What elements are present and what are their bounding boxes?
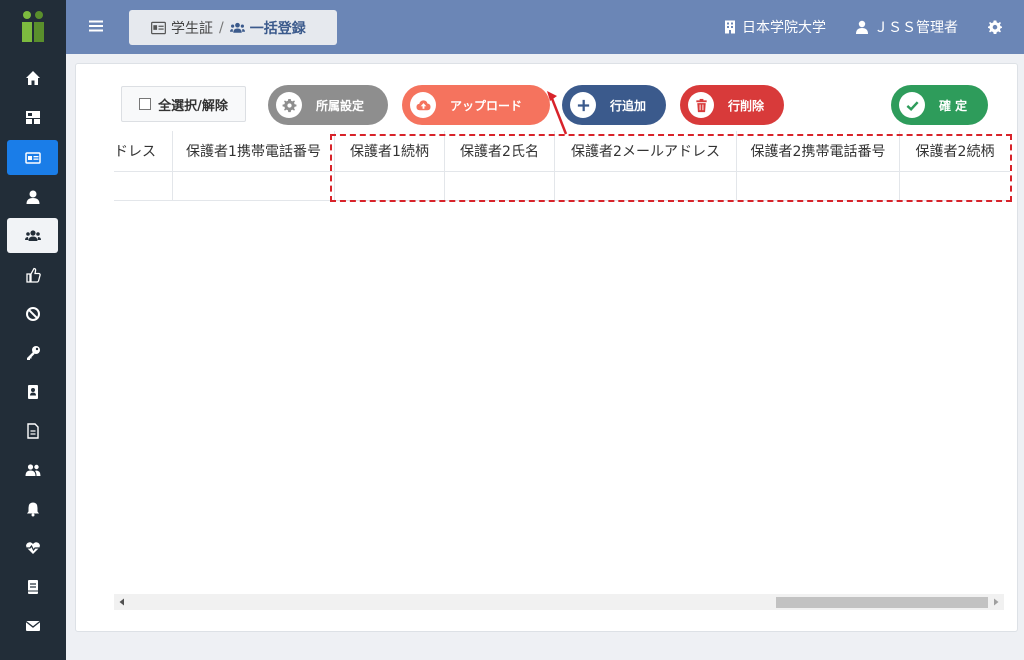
heartbeat-icon — [25, 541, 40, 554]
sidebar-item-document[interactable] — [7, 413, 58, 448]
app-logo — [22, 11, 44, 42]
page-footer — [66, 640, 1024, 660]
sidebar-item-student-id[interactable] — [7, 140, 58, 175]
id-card-icon — [151, 21, 166, 34]
key-icon — [26, 345, 40, 360]
confirm-label: 確 定 — [939, 98, 968, 113]
home-icon — [25, 70, 40, 85]
column-header[interactable]: 保護者1携帯電話番号 — [172, 131, 334, 171]
scroll-right-icon[interactable] — [992, 598, 1000, 606]
confirm-button[interactable]: 確 定 — [891, 85, 988, 125]
user-icon — [26, 190, 39, 204]
breadcrumb: 学生証 / 一括登録 — [129, 10, 337, 45]
delete-row-button[interactable]: 行削除 — [680, 85, 784, 125]
select-all-label: 全選択/解除 — [158, 98, 228, 114]
envelope-icon — [25, 620, 40, 631]
file-icon — [26, 422, 39, 439]
upload-label: アップロード — [450, 98, 523, 113]
id-card-icon — [24, 151, 41, 164]
dashboard-icon — [25, 110, 40, 124]
book-icon — [27, 579, 38, 594]
content-card: 全選択/解除 所属設定 アップロード 行追加 行削除 確 定 ドレス 保護者1携… — [75, 63, 1018, 632]
sidebar-item-key[interactable] — [7, 335, 58, 370]
sidebar-item-group[interactable] — [7, 452, 58, 487]
annotation-arrow-icon — [547, 91, 568, 135]
sidebar-item-blocked[interactable] — [7, 296, 58, 331]
horizontal-scrollbar[interactable] — [114, 594, 1004, 610]
add-row-label: 行追加 — [610, 98, 647, 113]
table-cell[interactable] — [114, 171, 172, 201]
ban-icon — [25, 306, 40, 321]
check-icon-wrap — [899, 92, 925, 118]
breadcrumb-parent[interactable]: 学生証 — [171, 18, 213, 38]
sidebar-item-notifications[interactable] — [7, 491, 58, 526]
table-cell[interactable] — [172, 171, 334, 201]
sidebar-item-bulk-register[interactable] — [7, 218, 58, 253]
trash-icon-wrap — [688, 92, 714, 118]
affiliation-settings-button[interactable]: 所属設定 — [268, 85, 388, 125]
sidebar-item-dashboard[interactable] — [7, 99, 58, 134]
sidebar-item-user[interactable] — [7, 179, 58, 214]
breadcrumb-current: 一括登録 — [249, 20, 306, 37]
plus-icon — [577, 99, 589, 111]
users-icon — [24, 229, 41, 241]
building-icon — [725, 20, 735, 34]
sidebar-item-address-card[interactable] — [7, 374, 58, 409]
sidebar-item-health[interactable] — [7, 530, 58, 565]
user-icon — [856, 20, 868, 34]
sidebar-item-mail[interactable] — [7, 608, 58, 643]
cog-icon-wrap — [276, 92, 302, 118]
scrollbar-thumb[interactable] — [776, 597, 988, 608]
cog-icon — [282, 98, 296, 112]
highlight-box — [330, 134, 1012, 202]
cloud-upload-icon-wrap — [410, 92, 436, 118]
breadcrumb-separator: / — [219, 19, 224, 36]
university-label: 日本学院大学 — [723, 0, 826, 54]
top-header: 学生証 / 一括登録 日本学院大学 ＪＳＳ管理者 — [66, 0, 1024, 54]
bell-icon — [26, 502, 39, 516]
university-name: 日本学院大学 — [742, 20, 826, 36]
user-name: ＪＳＳ管理者 — [874, 20, 958, 36]
hamburger-menu-icon[interactable] — [88, 18, 104, 34]
sidebar-item-approval[interactable] — [7, 257, 58, 292]
address-card-icon — [27, 384, 38, 399]
select-all-checkbox[interactable] — [139, 98, 152, 110]
scroll-left-icon[interactable] — [118, 598, 126, 606]
delete-row-label: 行削除 — [728, 98, 765, 113]
affiliation-settings-label: 所属設定 — [316, 98, 365, 113]
gear-icon[interactable] — [988, 20, 1002, 34]
upload-button[interactable]: アップロード — [402, 85, 550, 125]
trash-icon — [695, 98, 707, 112]
thumbs-up-icon — [25, 267, 41, 283]
column-header[interactable]: ドレス — [114, 131, 172, 171]
add-row-button[interactable]: 行追加 — [562, 85, 666, 125]
sidebar-item-home[interactable] — [7, 60, 58, 95]
select-all-toggle[interactable]: 全選択/解除 — [121, 86, 246, 122]
check-icon — [906, 100, 919, 111]
users-icon — [229, 22, 245, 33]
group-icon — [25, 463, 40, 476]
sidebar — [0, 0, 66, 660]
sidebar-item-book[interactable] — [7, 569, 58, 604]
user-menu[interactable]: ＪＳＳ管理者 — [855, 0, 958, 54]
cloud-upload-icon — [415, 99, 431, 110]
